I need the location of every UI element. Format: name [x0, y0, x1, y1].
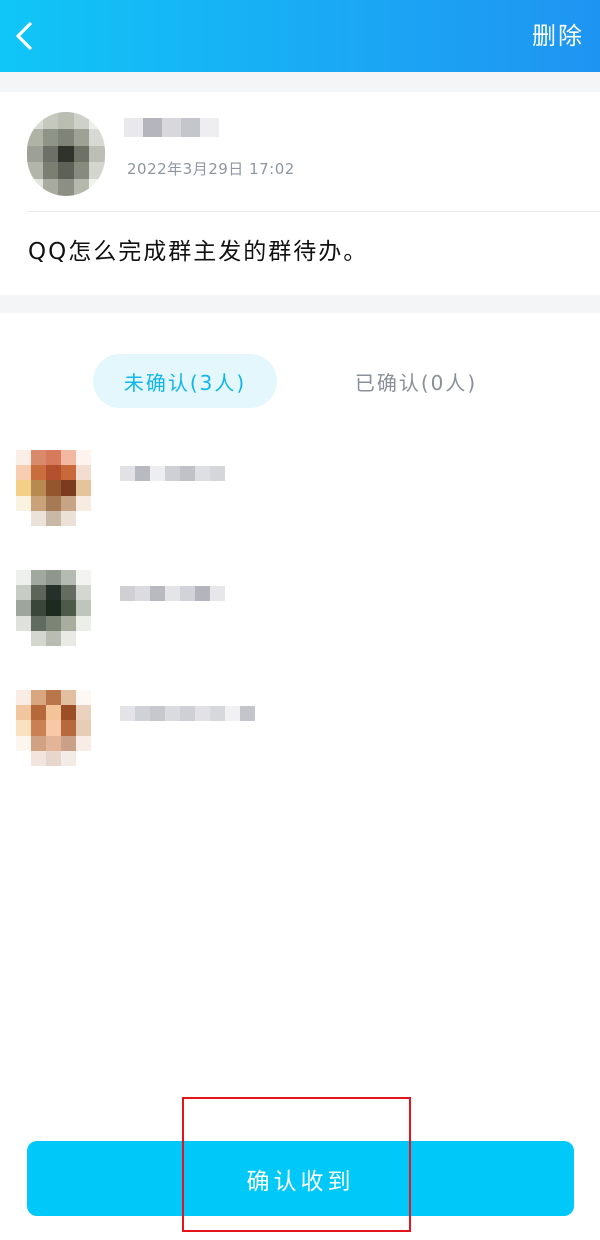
chevron-left-icon — [16, 22, 32, 50]
author-name — [124, 118, 219, 137]
back-button[interactable] — [6, 12, 42, 60]
delete-button[interactable]: 删除 — [532, 18, 584, 54]
top-bar: 删除 — [0, 0, 600, 72]
member-name — [120, 466, 225, 481]
tab-unconfirmed[interactable]: 未确认(3人) — [93, 354, 277, 408]
section-gap — [0, 72, 600, 92]
author-avatar — [27, 112, 105, 196]
member-row[interactable] — [16, 570, 576, 646]
confirm-received-button[interactable]: 确认收到 — [27, 1141, 574, 1216]
member-avatar — [16, 450, 91, 526]
divider — [27, 211, 600, 212]
member-name — [120, 586, 225, 601]
member-avatar — [16, 570, 91, 646]
tab-confirmed[interactable]: 已确认(0人) — [326, 354, 506, 408]
member-row[interactable] — [16, 450, 576, 526]
member-avatar — [16, 690, 91, 766]
member-row[interactable] — [16, 690, 576, 766]
todo-content: QQ怎么完成群主发的群待办。 — [28, 239, 369, 265]
post-timestamp: 2022年3月29日 17:02 — [127, 160, 295, 178]
member-name — [120, 706, 255, 721]
section-gap — [0, 295, 600, 313]
